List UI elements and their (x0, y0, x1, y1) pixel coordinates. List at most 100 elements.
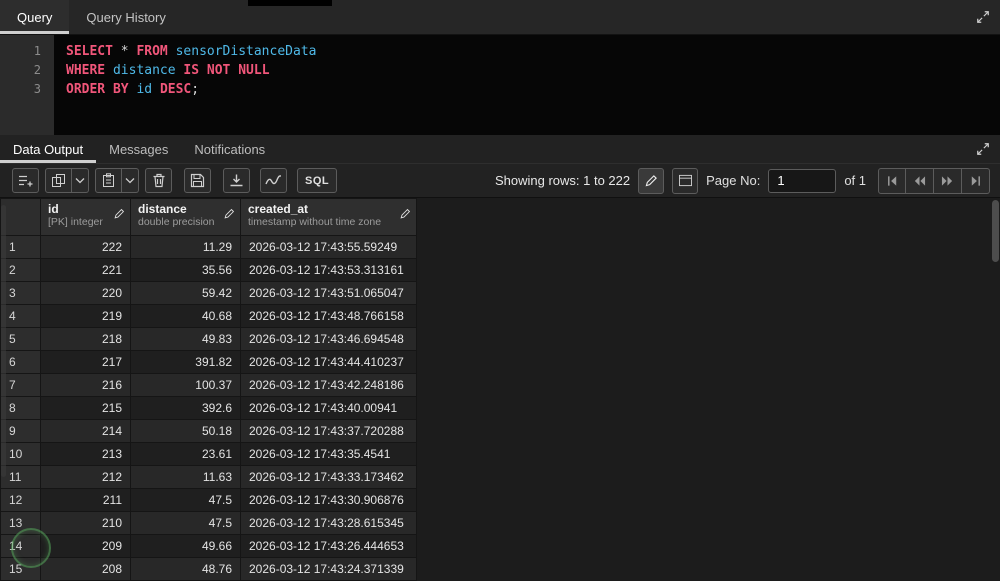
row-number[interactable]: 3 (0, 281, 41, 305)
cell-created-at[interactable]: 2026-03-12 17:43:46.694548 (240, 327, 417, 351)
row-number[interactable]: 2 (0, 258, 41, 282)
cell-id[interactable]: 217 (40, 350, 131, 374)
cell-distance[interactable]: 49.83 (130, 327, 241, 351)
code-line[interactable]: WHERE distance IS NOT NULL (66, 61, 316, 80)
cell-distance[interactable]: 391.82 (130, 350, 241, 374)
previous-page-button[interactable] (906, 167, 934, 194)
cell-distance[interactable]: 48.76 (130, 557, 241, 581)
last-page-button[interactable] (962, 167, 990, 194)
row-number[interactable]: 7 (0, 373, 41, 397)
add-row-button[interactable] (12, 168, 39, 193)
cell-id[interactable]: 221 (40, 258, 131, 282)
tab-messages[interactable]: Messages (96, 135, 181, 163)
maximize-output-button[interactable] (966, 135, 1000, 163)
cell-distance[interactable]: 59.42 (130, 281, 241, 305)
left-scrollbar[interactable] (1, 205, 6, 477)
cell-id[interactable]: 212 (40, 465, 131, 489)
tab-query[interactable]: Query (0, 0, 70, 34)
cell-created-at[interactable]: 2026-03-12 17:43:33.173462 (240, 465, 417, 489)
sql-editor[interactable]: 1 2 3 SELECT * FROM sensorDistanceData WHER… (0, 35, 1000, 135)
copy-button[interactable] (45, 168, 72, 193)
row-number[interactable]: 12 (0, 488, 41, 512)
first-page-button[interactable] (878, 167, 906, 194)
row-number[interactable]: 9 (0, 419, 41, 443)
cell-id[interactable]: 210 (40, 511, 131, 535)
tab-notifications[interactable]: Notifications (181, 135, 278, 163)
edit-column-icon[interactable] (224, 208, 235, 219)
column-header-created-at[interactable]: created_at timestamp without time zone (240, 198, 417, 236)
paste-button[interactable] (95, 168, 122, 193)
cell-distance[interactable]: 49.66 (130, 534, 241, 558)
cell-distance[interactable]: 50.18 (130, 419, 241, 443)
cell-created-at[interactable]: 2026-03-12 17:43:40.00941 (240, 396, 417, 420)
next-page-button[interactable] (934, 167, 962, 194)
cell-id[interactable]: 216 (40, 373, 131, 397)
row-number[interactable]: 5 (0, 327, 41, 351)
save-results-to-file-button[interactable] (223, 168, 250, 193)
tab-query-history[interactable]: Query History (69, 0, 182, 34)
row-number[interactable]: 8 (0, 396, 41, 420)
cell-created-at[interactable]: 2026-03-12 17:43:24.371339 (240, 557, 417, 581)
cell-distance[interactable]: 47.5 (130, 511, 241, 535)
cell-created-at[interactable]: 2026-03-12 17:43:51.065047 (240, 281, 417, 305)
column-header-distance[interactable]: distance double precision (130, 198, 241, 236)
cell-distance[interactable]: 35.56 (130, 258, 241, 282)
cell-id[interactable]: 215 (40, 396, 131, 420)
cell-created-at[interactable]: 2026-03-12 17:43:48.766158 (240, 304, 417, 328)
cell-distance[interactable]: 392.6 (130, 396, 241, 420)
cell-created-at[interactable]: 2026-03-12 17:43:55.59249 (240, 235, 417, 259)
row-number[interactable]: 10 (0, 442, 41, 466)
edit-column-icon[interactable] (400, 208, 411, 219)
cell-id[interactable]: 213 (40, 442, 131, 466)
show-sql-button[interactable]: SQL (297, 168, 338, 193)
tab-data-output[interactable]: Data Output (0, 135, 96, 163)
vertical-scrollbar[interactable] (992, 200, 999, 579)
graph-visualiser-button[interactable] (260, 168, 287, 193)
maximize-panel-button[interactable] (966, 0, 1000, 34)
corner-header[interactable] (0, 198, 41, 236)
cell-distance[interactable]: 11.63 (130, 465, 241, 489)
edit-rows-button[interactable] (638, 167, 665, 194)
copy-options-button[interactable] (72, 168, 89, 193)
sql-code[interactable]: SELECT * FROM sensorDistanceData WHERE di… (54, 35, 316, 135)
cell-distance[interactable]: 11.29 (130, 235, 241, 259)
row-number[interactable]: 4 (0, 304, 41, 328)
cell-created-at[interactable]: 2026-03-12 17:43:30.906876 (240, 488, 417, 512)
cell-created-at[interactable]: 2026-03-12 17:43:28.615345 (240, 511, 417, 535)
cell-created-at[interactable]: 2026-03-12 17:43:35.4541 (240, 442, 417, 466)
column-header-id[interactable]: id [PK] integer (40, 198, 131, 236)
cell-id[interactable]: 214 (40, 419, 131, 443)
row-number[interactable]: 1 (0, 235, 41, 259)
cell-created-at[interactable]: 2026-03-12 17:43:53.313161 (240, 258, 417, 282)
edit-column-icon[interactable] (114, 208, 125, 219)
save-data-button[interactable] (184, 168, 211, 193)
chevron-down-icon (125, 177, 135, 184)
cell-distance[interactable]: 100.37 (130, 373, 241, 397)
cell-id[interactable]: 209 (40, 534, 131, 558)
cell-created-at[interactable]: 2026-03-12 17:43:37.720288 (240, 419, 417, 443)
scrollbar-thumb[interactable] (992, 200, 999, 262)
window-settings-button[interactable] (672, 167, 699, 194)
cell-id[interactable]: 208 (40, 557, 131, 581)
cell-distance[interactable]: 40.68 (130, 304, 241, 328)
cell-id[interactable]: 219 (40, 304, 131, 328)
cell-id[interactable]: 218 (40, 327, 131, 351)
cell-id[interactable]: 222 (40, 235, 131, 259)
cell-created-at[interactable]: 2026-03-12 17:43:26.444653 (240, 534, 417, 558)
cell-id[interactable]: 211 (40, 488, 131, 512)
expand-icon (976, 142, 990, 156)
code-line[interactable]: ORDER BY id DESC; (66, 80, 316, 99)
row-number[interactable]: 11 (0, 465, 41, 489)
delete-row-button[interactable] (145, 168, 172, 193)
click-indicator (11, 528, 51, 568)
code-line[interactable]: SELECT * FROM sensorDistanceData (66, 42, 316, 61)
cell-created-at[interactable]: 2026-03-12 17:43:44.410237 (240, 350, 417, 374)
cell-id[interactable]: 220 (40, 281, 131, 305)
paste-options-button[interactable] (122, 168, 139, 193)
page-no-input[interactable] (768, 168, 837, 193)
cell-distance[interactable]: 47.5 (130, 488, 241, 512)
table-row: 5 218 49.83 2026-03-12 17:43:46.694548 (0, 327, 417, 351)
row-number[interactable]: 6 (0, 350, 41, 374)
cell-distance[interactable]: 23.61 (130, 442, 241, 466)
cell-created-at[interactable]: 2026-03-12 17:43:42.248186 (240, 373, 417, 397)
